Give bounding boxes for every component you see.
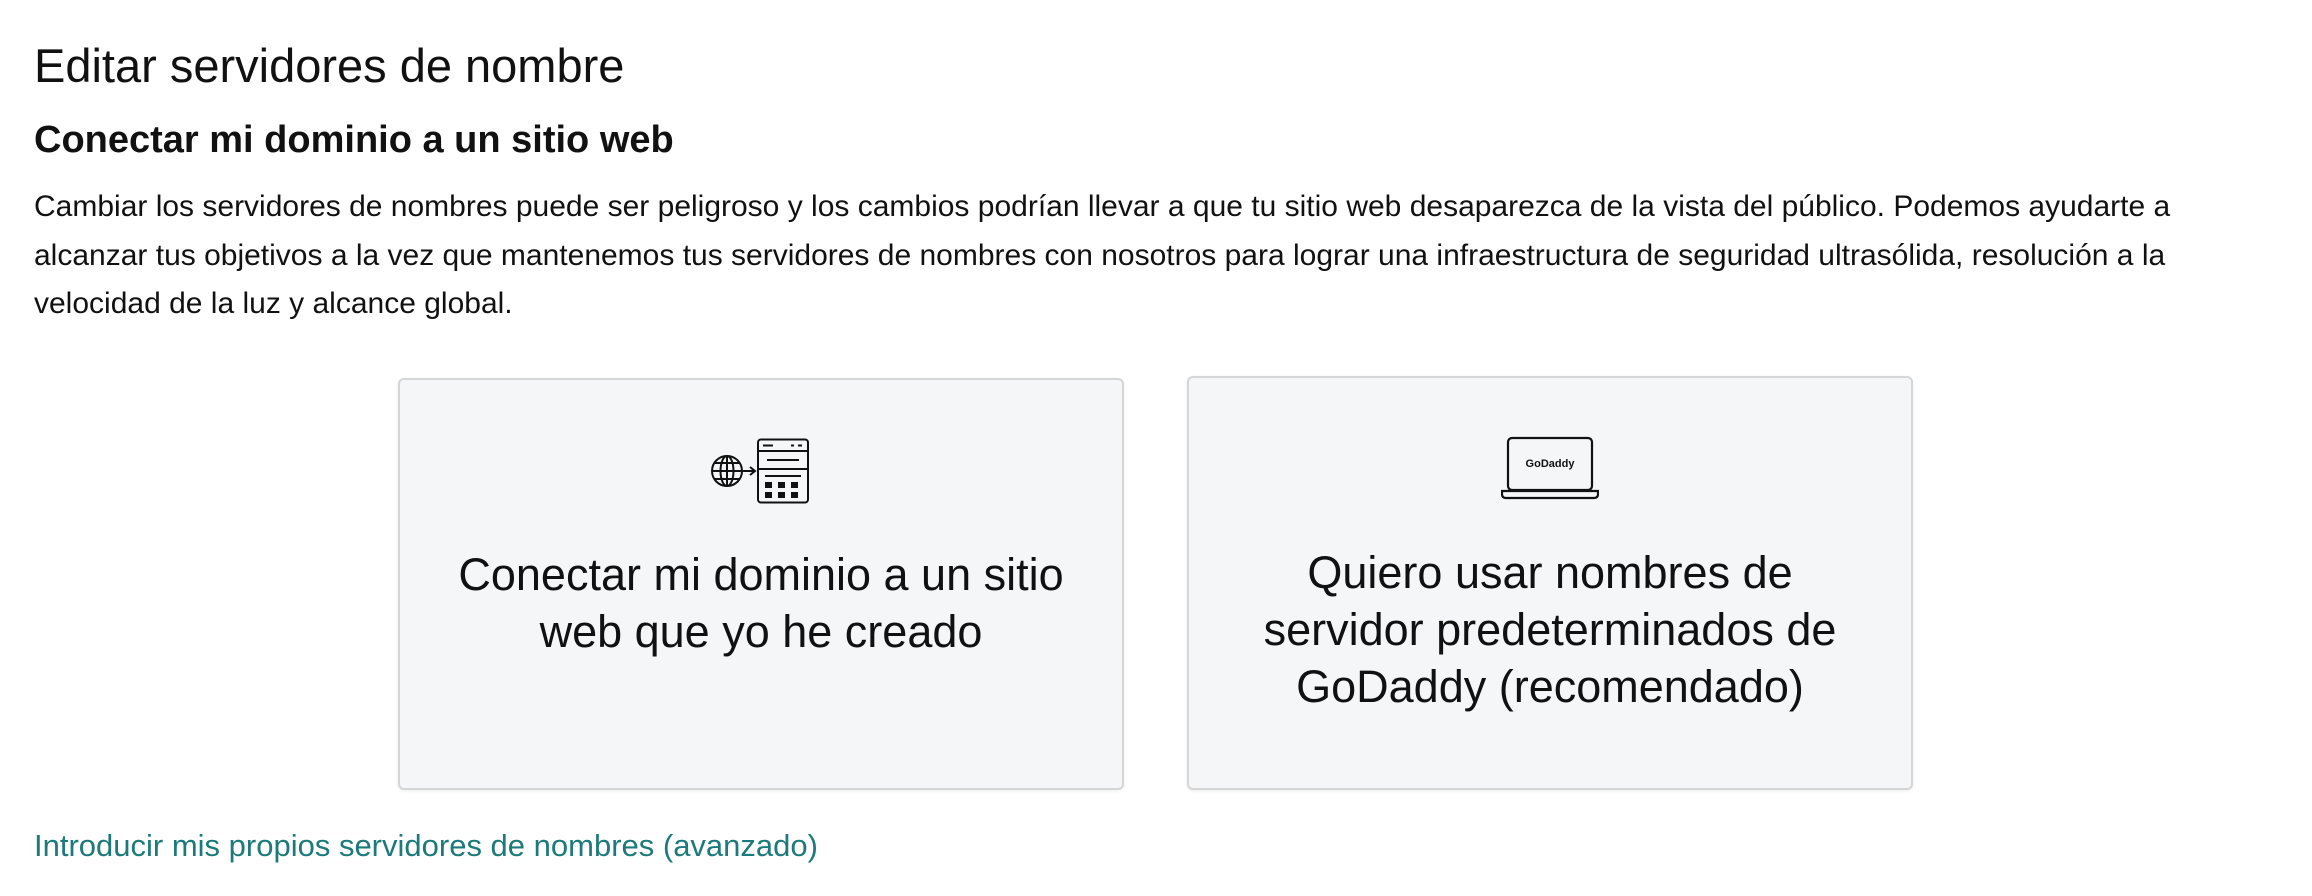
advanced-nameservers-link[interactable]: Introducir mis propios servidores de nom… [34, 826, 818, 866]
option-label: Quiero usar nombres de servidor predeter… [1263, 547, 1837, 712]
option-label: Conectar mi dominio a un sitio web que y… [458, 549, 1064, 657]
edit-nameservers-page: Editar servidores de nombre Conectar mi … [34, 0, 2284, 896]
globe-to-website-icon [711, 438, 809, 504]
connect-own-website-option-card[interactable]: Conectar mi dominio a un sitio web que y… [398, 378, 1124, 790]
svg-text:GoDaddy: GoDaddy [1526, 458, 1576, 470]
page-title: Editar servidores de nombre [34, 39, 625, 92]
section-description: Cambiar los servidores de nombres puede … [34, 190, 2171, 320]
godaddy-default-nameservers-option-card[interactable]: GoDaddy Quiero usar nombres de servidor … [1187, 376, 1913, 790]
section-title: Conectar mi dominio a un sitio web [34, 119, 674, 161]
godaddy-laptop-icon: GoDaddy [1501, 436, 1599, 500]
